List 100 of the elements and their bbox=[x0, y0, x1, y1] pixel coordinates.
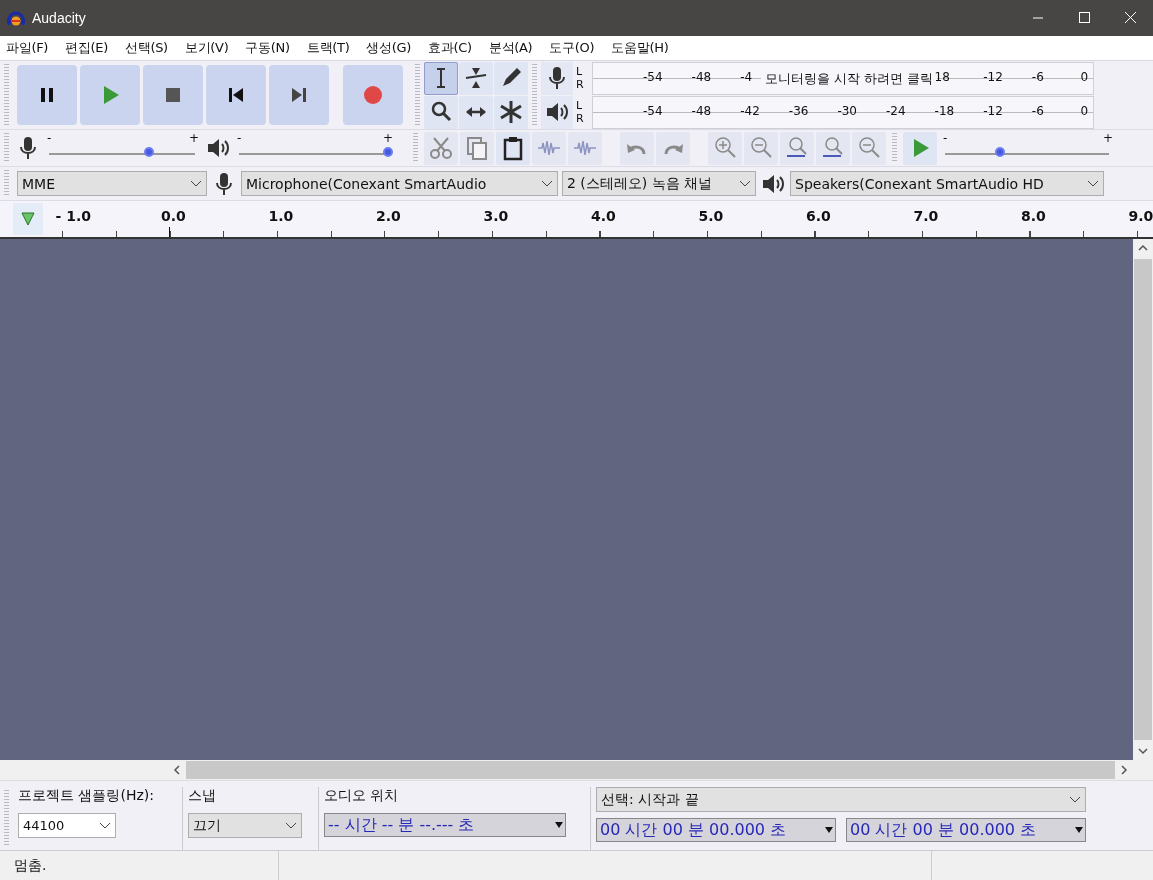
status-text: 멈춤. bbox=[0, 851, 279, 880]
playback-meter[interactable]: -54 -48 -42 -36 -30 -24 -18 -12 -6 0 bbox=[592, 95, 1094, 129]
chevron-down-icon bbox=[1069, 795, 1081, 804]
play-at-speed-button[interactable] bbox=[903, 131, 937, 165]
dropdown-arrow-icon bbox=[1075, 827, 1083, 833]
chevron-down-icon bbox=[541, 179, 553, 188]
slider-min-label: - bbox=[47, 131, 52, 145]
meter-tick-label: -18 bbox=[934, 103, 955, 118]
slider-max-label: + bbox=[1102, 131, 1113, 145]
record-button[interactable] bbox=[343, 65, 403, 125]
ruler-label: 0.0 bbox=[161, 208, 186, 224]
chevron-down-icon bbox=[190, 179, 202, 188]
copy-icon bbox=[464, 135, 490, 161]
selection-mode-dropdown[interactable]: 선택: 시작과 끝 bbox=[596, 787, 1086, 812]
playback-meter-button[interactable] bbox=[541, 95, 573, 129]
audio-host-dropdown[interactable]: MME bbox=[17, 171, 207, 196]
project-rate-field[interactable]: 44100 bbox=[18, 813, 116, 838]
slider-min-label: - bbox=[237, 131, 242, 145]
slider-thumb[interactable] bbox=[994, 147, 1005, 157]
slider-thumb[interactable] bbox=[383, 147, 393, 157]
project-rate-label: 프로젝트 샘플링(Hz): bbox=[18, 787, 155, 805]
chevron-down-icon bbox=[1087, 179, 1099, 188]
recording-channels-dropdown[interactable]: 2 (스테레오) 녹음 채널 bbox=[562, 171, 756, 196]
meter-tick-label: -6 bbox=[1031, 69, 1044, 84]
ruler-label: 6.0 bbox=[806, 208, 831, 224]
menu-item[interactable]: 도움말(H) bbox=[611, 39, 669, 57]
record-meter-button[interactable] bbox=[541, 61, 573, 95]
dropdown-arrow-icon bbox=[825, 827, 833, 833]
meter-tick-label: -12 bbox=[983, 103, 1003, 118]
timeshift-tool-button[interactable] bbox=[459, 95, 493, 129]
select-tool-button[interactable] bbox=[424, 61, 458, 95]
slider-thumb[interactable] bbox=[143, 147, 154, 157]
selection-start-field[interactable]: 00 시간 00 분 00.000 초 bbox=[596, 818, 836, 842]
volume-slider[interactable]: - + bbox=[943, 133, 1113, 163]
stop-button[interactable] bbox=[143, 65, 203, 125]
pause-button[interactable] bbox=[17, 65, 77, 125]
envelope-icon bbox=[463, 65, 489, 91]
menu-item[interactable]: 효과(C) bbox=[428, 39, 472, 57]
volume-slider[interactable]: - + bbox=[47, 133, 199, 163]
multi-tool-button[interactable] bbox=[494, 95, 528, 129]
meter-tick-label: -48 bbox=[691, 103, 712, 118]
channel-label: R bbox=[576, 112, 585, 125]
dropdown-arrow-icon bbox=[555, 822, 563, 828]
draw-tool-button[interactable] bbox=[494, 61, 528, 95]
record-meter[interactable]: -54 -48 -4 모니터링을 시작 하려면 클릭 18 -12 -6 0 bbox=[592, 61, 1094, 95]
slider-max-label: + bbox=[382, 131, 393, 145]
timeline-ruler[interactable]: - 1.0 0.0 1.0 2.0 3.0 4.0 5.0 6.0 7.0 8.0 9.0 bbox=[0, 201, 1153, 239]
menu-item[interactable]: 트랙(T) bbox=[306, 39, 350, 57]
meter-tick-label: -12 bbox=[983, 69, 1003, 84]
ruler-label: 1.0 bbox=[268, 208, 294, 224]
menu-item[interactable]: 도구(O) bbox=[549, 39, 595, 57]
channel-label: R bbox=[576, 78, 585, 91]
ruler-label: 8.0 bbox=[1021, 208, 1046, 224]
snap-dropdown[interactable]: 끄기 bbox=[188, 813, 302, 838]
envelope-tool-button[interactable] bbox=[459, 61, 493, 95]
window-title: Audacity bbox=[32, 10, 87, 26]
volume-slider[interactable]: - + bbox=[237, 133, 393, 163]
meter-tick-label: -30 bbox=[837, 103, 857, 118]
skip-start-button[interactable] bbox=[206, 65, 266, 125]
zoom-tool-button[interactable] bbox=[424, 95, 458, 129]
ruler-label: 9.0 bbox=[1128, 208, 1153, 224]
meter-tick-label: -6 bbox=[1031, 103, 1044, 118]
meter-tick-label: -24 bbox=[886, 103, 906, 118]
vertical-scrollbar[interactable] bbox=[1133, 239, 1153, 760]
audio-position-label: 오디오 위치 bbox=[324, 787, 400, 805]
channel-label: L bbox=[576, 99, 584, 112]
menu-item[interactable]: 선택(S) bbox=[125, 39, 168, 57]
ruler-label: 5.0 bbox=[698, 208, 724, 224]
recording-device-dropdown[interactable]: Microphone(Conexant SmartAudio bbox=[241, 171, 558, 196]
menu-item[interactable]: 생성(G) bbox=[366, 39, 412, 57]
playhead-pin-icon[interactable] bbox=[13, 203, 43, 235]
menu-item[interactable]: 편집(E) bbox=[65, 39, 108, 57]
ruler-label: 2.0 bbox=[376, 208, 401, 224]
skip-end-button[interactable] bbox=[269, 65, 329, 125]
chevron-down-icon bbox=[285, 821, 297, 830]
ruler-label: 4.0 bbox=[591, 208, 616, 224]
menu-item[interactable]: 분석(A) bbox=[488, 39, 533, 57]
chevron-down-icon bbox=[739, 179, 751, 188]
meter-tick-label: -36 bbox=[788, 103, 809, 118]
meter-tick-label: -4 bbox=[740, 69, 753, 84]
meter-tick-label: -54 bbox=[643, 69, 663, 84]
playback-device-dropdown[interactable]: Speakers(Conexant SmartAudio HD bbox=[790, 171, 1104, 196]
paste-button[interactable] bbox=[496, 131, 530, 165]
meter-tick-label: -48 bbox=[691, 69, 712, 84]
menu-item[interactable]: 보기(V) bbox=[184, 39, 229, 57]
meter-tick-label: 0 bbox=[1080, 103, 1089, 118]
multi-icon bbox=[498, 99, 524, 125]
menu-item[interactable]: 구동(N) bbox=[245, 39, 290, 57]
selection-end-field[interactable]: 00 시간 00 분 00.000 초 bbox=[846, 818, 1086, 842]
ruler-label: 3.0 bbox=[483, 208, 509, 224]
horizontal-scrollbar[interactable] bbox=[0, 760, 1153, 780]
ruler-label: 7.0 bbox=[913, 208, 939, 224]
snap-label: 스냅 bbox=[188, 787, 217, 805]
ruler-label: - 1.0 bbox=[55, 208, 91, 224]
slider-max-label: + bbox=[188, 131, 199, 145]
meter-tick-label: -54 bbox=[643, 103, 663, 118]
slider-min-label: - bbox=[943, 131, 948, 145]
menu-item[interactable]: 파일(F) bbox=[6, 39, 49, 57]
meter-tick-label: 0 bbox=[1080, 69, 1089, 84]
audio-position-field[interactable]: -- 시간 -- 분 --.--- 초 bbox=[324, 813, 566, 837]
